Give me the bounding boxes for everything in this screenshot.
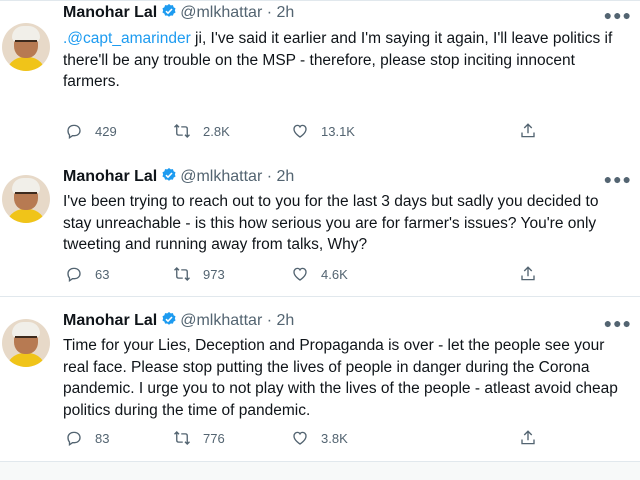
author-handle[interactable]: @mlkhattar (180, 312, 262, 329)
mention-link[interactable]: .@capt_amarinder (63, 30, 191, 47)
retweet-button[interactable]: 2.8K (173, 120, 230, 142)
author-handle[interactable]: @mlkhattar (180, 4, 262, 21)
verified-badge-icon (162, 312, 176, 325)
author-name[interactable]: Manohar Lal (63, 312, 157, 329)
tweet-text: I've been trying to reach out to you for… (63, 193, 599, 253)
retweet-button[interactable]: 973 (173, 263, 225, 285)
author-name[interactable]: Manohar Lal (63, 168, 157, 185)
avatar-glasses (15, 192, 37, 198)
reply-button[interactable]: 63 (65, 263, 109, 285)
share-button[interactable] (519, 263, 549, 285)
avatar[interactable] (2, 319, 50, 367)
verified-badge-icon (162, 4, 176, 17)
avatar-shirt (6, 353, 46, 367)
like-icon (293, 267, 307, 281)
more-icon[interactable]: ●●● (604, 7, 632, 23)
like-icon (293, 124, 307, 138)
tweet-actions: 83 776 3.8K (63, 427, 543, 449)
reply-count: 429 (95, 123, 117, 139)
avatar[interactable] (2, 175, 50, 223)
avatar-glasses (15, 40, 37, 46)
share-icon (521, 123, 535, 138)
reply-button[interactable]: 429 (65, 120, 117, 142)
avatar-glasses (15, 336, 37, 342)
retweet-icon (174, 267, 190, 281)
tweet[interactable]: Manohar Lal @mlkhattar · 2h ●●● Time for … (0, 297, 640, 462)
tweet-actions: 63 973 4.6K (63, 263, 543, 285)
like-button[interactable]: 3.8K (291, 427, 348, 449)
author-name[interactable]: Manohar Lal (63, 4, 157, 21)
reply-count: 83 (95, 430, 110, 446)
more-icon[interactable]: ●●● (604, 171, 632, 187)
tweet[interactable]: Manohar Lal @mlkhattar · 2h ●●● I've been… (0, 153, 640, 297)
share-button[interactable] (519, 427, 549, 449)
like-count: 4.6K (321, 266, 348, 282)
avatar[interactable] (2, 23, 50, 71)
like-count: 13.1K (321, 123, 355, 139)
more-icon[interactable]: ●●● (604, 315, 632, 331)
retweet-icon (174, 431, 190, 445)
separator-dot: · (266, 4, 273, 21)
reply-count: 63 (95, 266, 110, 282)
separator-dot: · (266, 168, 273, 185)
tweet-header: Manohar Lal @mlkhattar · 2h (63, 167, 294, 189)
retweet-icon (174, 124, 190, 138)
verified-badge-icon (162, 168, 176, 181)
avatar-shirt (6, 57, 46, 71)
tweet-actions: 429 2.8K 13.1K (63, 120, 543, 142)
tweet-header: Manohar Lal @mlkhattar · 2h (63, 311, 294, 333)
author-handle[interactable]: @mlkhattar (180, 168, 262, 185)
share-icon (521, 266, 535, 281)
share-icon (521, 430, 535, 445)
tweet-time[interactable]: 2h (277, 4, 295, 21)
tweet-time[interactable]: 2h (277, 312, 295, 329)
share-button[interactable] (519, 120, 549, 142)
reply-icon (67, 124, 81, 140)
reply-button[interactable]: 83 (65, 427, 109, 449)
like-button[interactable]: 13.1K (291, 120, 355, 142)
like-button[interactable]: 4.6K (291, 263, 348, 285)
avatar-shirt (6, 209, 46, 223)
tweet-time[interactable]: 2h (277, 168, 295, 185)
tweet-text: Time for your Lies, Deception and Propag… (63, 337, 618, 419)
like-icon (293, 431, 307, 445)
tweet-text: .@capt_amarinder ji, I've said it earlie… (63, 28, 631, 93)
retweet-count: 776 (203, 430, 225, 446)
tweet-header: Manohar Lal @mlkhattar · 2h (63, 3, 294, 25)
tweet-feed: Manohar Lal @mlkhattar · 2h ●●● .@capt_am… (0, 0, 640, 480)
retweet-count: 2.8K (203, 123, 230, 139)
like-count: 3.8K (321, 430, 348, 446)
reply-icon (67, 267, 81, 283)
retweet-count: 973 (203, 266, 225, 282)
tweet[interactable]: Manohar Lal @mlkhattar · 2h ●●● .@capt_am… (0, 0, 640, 154)
retweet-button[interactable]: 776 (173, 427, 225, 449)
reply-icon (67, 431, 81, 447)
separator-dot: · (266, 312, 273, 329)
